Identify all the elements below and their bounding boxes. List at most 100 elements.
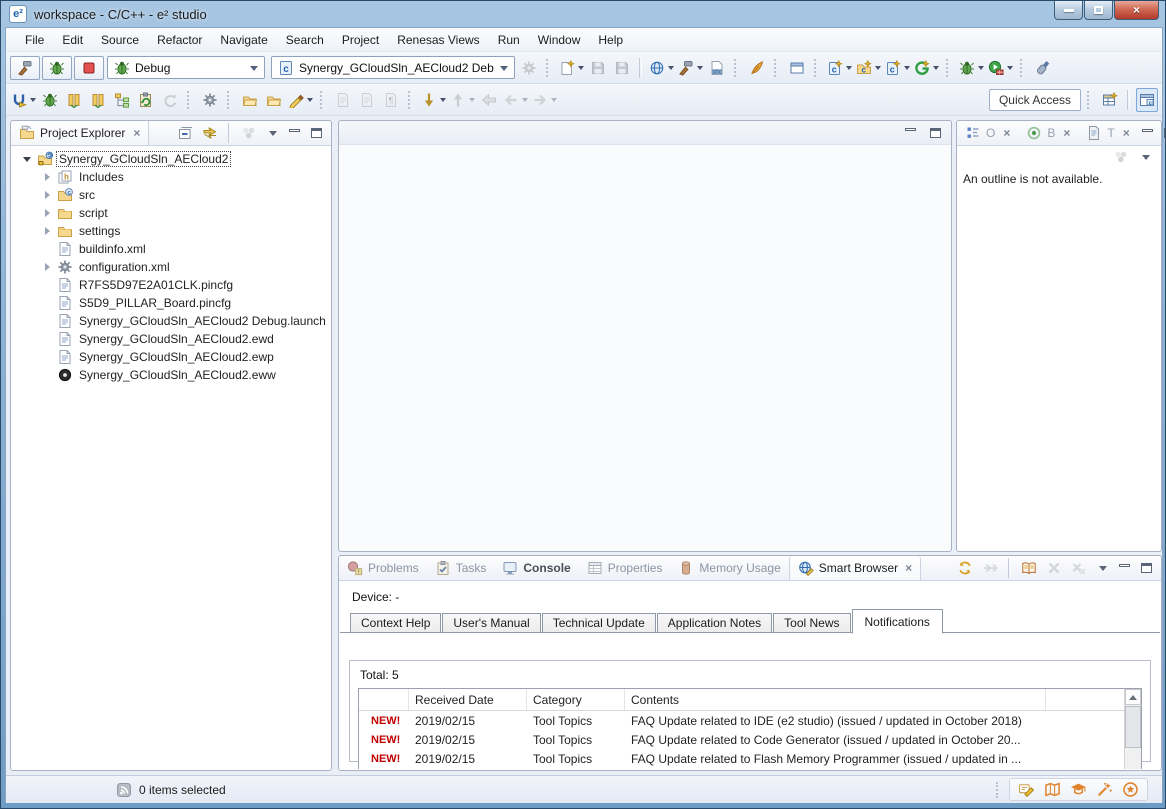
menu-file[interactable]: File <box>16 30 53 50</box>
minimize-view-button[interactable] <box>1138 124 1157 143</box>
launch-config-combo[interactable]: Synergy_GCloudSln_AECloud2 Deb <box>271 56 515 79</box>
previous-annotation-icon[interactable] <box>449 88 476 112</box>
minimize-editor-button[interactable] <box>901 123 920 142</box>
open-manual-icon[interactable] <box>1018 559 1040 578</box>
expander-icon[interactable] <box>43 208 53 218</box>
separator[interactable] <box>946 59 952 77</box>
minimize-view-button[interactable] <box>1115 559 1134 578</box>
memory-monitor-icon[interactable] <box>87 88 109 112</box>
menu-refactor[interactable]: Refactor <box>148 30 211 50</box>
forward-icon[interactable] <box>531 88 558 112</box>
view-menu-chevron-icon[interactable] <box>1093 559 1112 578</box>
refresh-views-icon[interactable] <box>135 88 157 112</box>
new-c-folder-icon[interactable] <box>855 56 882 80</box>
view-menu-chevron-icon[interactable] <box>263 124 282 143</box>
build-button[interactable] <box>10 56 40 80</box>
next-annotation-icon[interactable] <box>420 88 447 112</box>
tab-templates[interactable]: T × <box>1078 121 1137 145</box>
separator[interactable] <box>546 59 552 77</box>
menu-run[interactable]: Run <box>489 30 529 50</box>
back-icon[interactable] <box>502 88 529 112</box>
last-edit-location-icon[interactable] <box>332 88 354 112</box>
tree-item[interactable]: script <box>11 204 331 222</box>
menu-edit[interactable]: Edit <box>53 30 92 50</box>
new-c-source-icon[interactable] <box>884 56 911 80</box>
separator[interactable] <box>734 59 740 77</box>
search-flashlight-icon[interactable] <box>1032 56 1054 80</box>
column-received-date[interactable]: Received Date <box>409 689 527 710</box>
tab-properties[interactable]: Properties × <box>579 556 671 580</box>
expander-icon[interactable] <box>43 226 53 236</box>
feed-icon[interactable] <box>116 782 132 798</box>
separator[interactable] <box>1020 59 1026 77</box>
tree-item[interactable]: R7FS5D97E2A01CLK.pincfg <box>11 276 331 294</box>
subtab-technical-update[interactable]: Technical Update <box>542 613 656 633</box>
tab-problems[interactable]: Problems × <box>339 556 427 580</box>
run-history-icon[interactable] <box>987 56 1014 80</box>
vertical-scrollbar[interactable] <box>1124 689 1141 769</box>
editor-empty-area[interactable] <box>339 145 951 551</box>
expander-icon[interactable] <box>43 298 53 308</box>
gradcap-icon[interactable] <box>1070 781 1087 798</box>
tree-item[interactable]: Synergy_GCloudSln_AECloud2 <box>11 150 331 168</box>
expander-icon[interactable] <box>43 280 53 290</box>
restore-window-button[interactable] <box>1084 1 1113 20</box>
tab-memory-usage[interactable]: Memory Usage × <box>670 556 788 580</box>
column-category[interactable]: Category <box>527 689 625 710</box>
save-icon[interactable] <box>587 56 609 80</box>
last-edit-icon[interactable] <box>478 88 500 112</box>
tree-item[interactable]: configuration.xml <box>11 258 331 276</box>
io-registers-icon[interactable] <box>63 88 85 112</box>
tab-tasks[interactable]: Tasks × <box>427 556 495 580</box>
minimize-window-button[interactable] <box>1054 1 1083 20</box>
tab-breakpoints[interactable]: B × <box>1018 121 1078 145</box>
trace-icon[interactable] <box>111 88 133 112</box>
tree-item[interactable]: Synergy_GCloudSln_AECloud2.ewp <box>11 348 331 366</box>
new-wizard-icon[interactable] <box>558 56 585 80</box>
launch-mode-combo[interactable]: Debug <box>107 56 265 79</box>
launch-settings-icon[interactable] <box>518 56 540 80</box>
starcircle-icon[interactable] <box>1122 781 1139 798</box>
binary-utilities-icon[interactable] <box>706 56 728 80</box>
tree-item[interactable]: Synergy_GCloudSln_AECloud2 Debug.launch <box>11 312 331 330</box>
menu-search[interactable]: Search <box>277 30 333 50</box>
tree-item[interactable]: Synergy_GCloudSln_AECloud2.ewd <box>11 330 331 348</box>
marker-pen-icon[interactable] <box>287 88 314 112</box>
tab-console[interactable]: Console × <box>494 556 578 580</box>
drag-handle[interactable] <box>996 782 1001 798</box>
reset-go-icon[interactable] <box>10 88 37 112</box>
maximize-editor-button[interactable] <box>926 123 945 142</box>
separator[interactable] <box>774 59 780 77</box>
open-project-icon[interactable] <box>239 88 261 112</box>
subtab-notifications[interactable]: Notifications <box>852 609 943 634</box>
quick-access-button[interactable]: Quick Access <box>989 89 1081 111</box>
expander-icon[interactable] <box>43 244 53 254</box>
tree-item[interactable]: Includes <box>11 168 331 186</box>
close-icon[interactable]: × <box>1063 126 1070 140</box>
maximize-view-button[interactable] <box>1137 559 1156 578</box>
tab-outline[interactable]: O × <box>957 121 1018 145</box>
restart-debug-icon[interactable] <box>39 88 61 112</box>
collapse-all-icon[interactable] <box>174 124 196 143</box>
bookmap-icon[interactable] <box>1044 781 1061 798</box>
tree-item[interactable]: src <box>11 186 331 204</box>
expander-icon[interactable] <box>43 262 53 272</box>
cpp-perspective-icon[interactable] <box>1136 88 1158 112</box>
expander-icon[interactable] <box>43 352 53 362</box>
subtab-tool-news[interactable]: Tool News <box>773 613 850 633</box>
separator[interactable] <box>227 91 233 109</box>
debug-history-icon[interactable] <box>958 56 985 80</box>
remove-icon[interactable] <box>1043 559 1065 578</box>
table-row[interactable]: NEW! 2019/02/15 Tool Topics FAQ Update r… <box>359 711 1141 730</box>
close-window-button[interactable]: × <box>1114 1 1159 20</box>
build-all-icon[interactable] <box>677 56 704 80</box>
debug-button[interactable] <box>42 56 72 80</box>
view-menu-icon[interactable] <box>1111 148 1130 167</box>
link-with-editor-icon[interactable] <box>199 124 221 143</box>
sign-file-icon[interactable] <box>746 56 768 80</box>
table-row[interactable]: NEW! 2019/02/15 Tool Topics FAQ Update r… <box>359 749 1141 768</box>
expander-icon[interactable] <box>43 370 53 380</box>
separator[interactable] <box>1008 558 1011 578</box>
follow-icon[interactable] <box>979 559 1001 578</box>
expander-icon[interactable] <box>43 172 53 182</box>
